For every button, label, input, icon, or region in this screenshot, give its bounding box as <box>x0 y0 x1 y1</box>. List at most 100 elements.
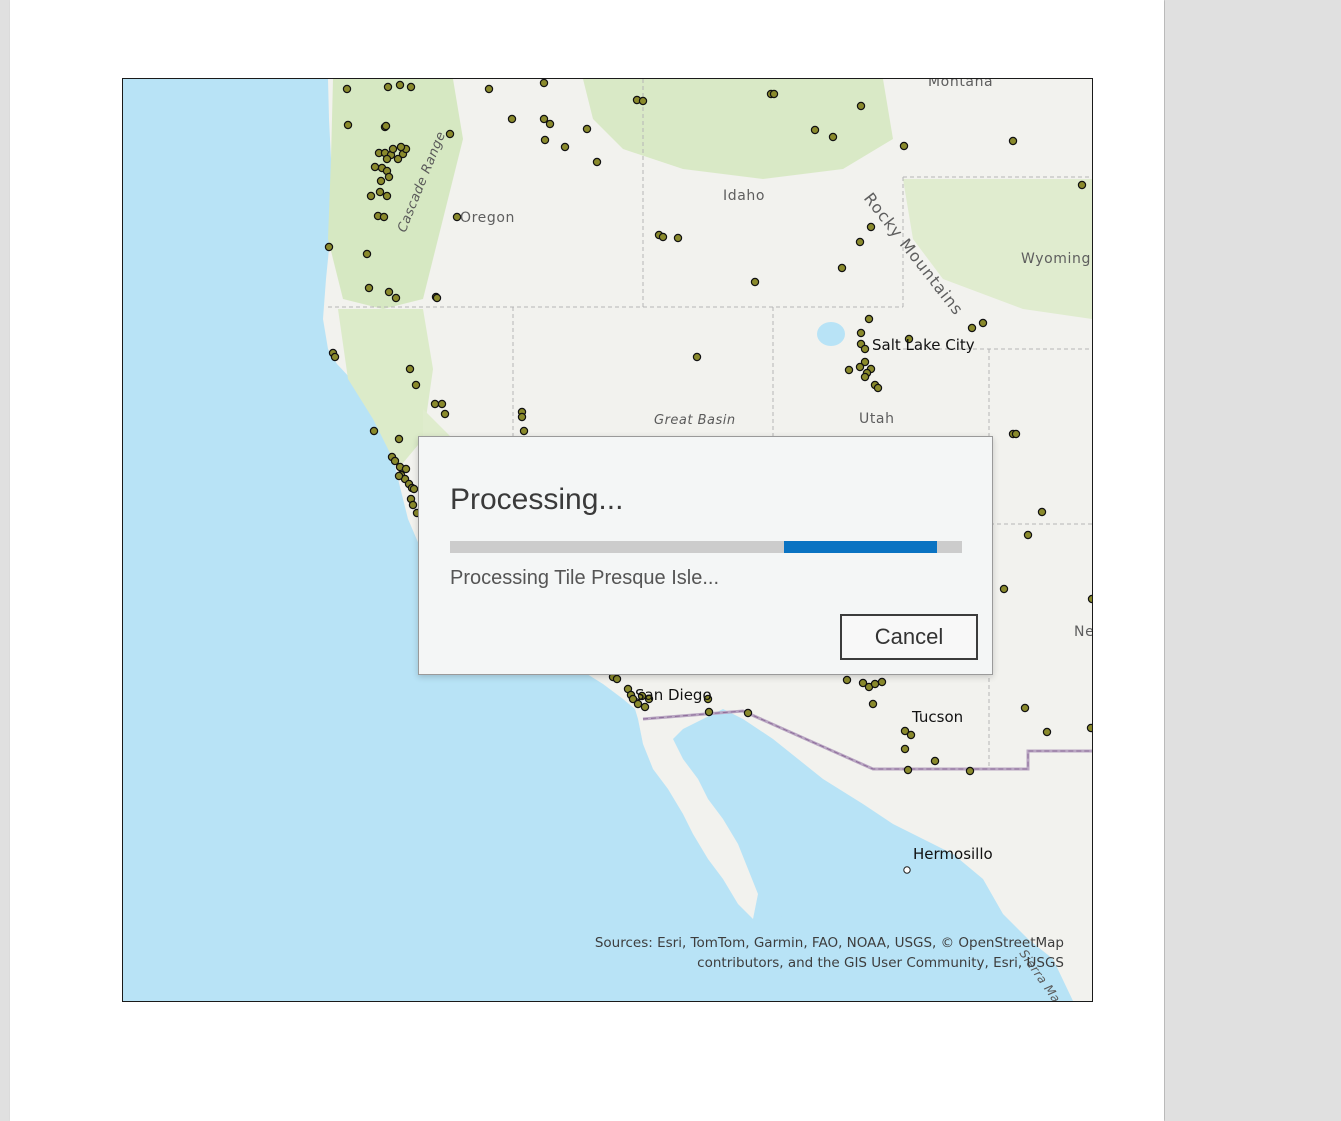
map-point[interactable] <box>978 318 988 328</box>
map-point[interactable] <box>900 744 910 754</box>
map-point[interactable] <box>592 157 602 167</box>
map-point[interactable] <box>692 352 702 362</box>
attribution-line-2: contributors, and the GIS User Community… <box>697 955 1064 971</box>
map-point[interactable] <box>870 679 880 689</box>
map-point[interactable] <box>406 82 416 92</box>
map-point[interactable] <box>370 162 380 172</box>
map-point[interactable] <box>855 362 865 372</box>
map-point[interactable] <box>366 191 376 201</box>
map-point[interactable] <box>362 249 372 259</box>
map-point[interactable] <box>582 124 592 134</box>
map-point[interactable] <box>330 352 340 362</box>
map-point[interactable] <box>369 426 379 436</box>
map-point[interactable] <box>343 120 353 130</box>
map-point[interactable] <box>384 172 394 182</box>
map-point[interactable] <box>899 141 909 151</box>
map-point[interactable] <box>382 191 392 201</box>
map-point[interactable] <box>381 121 391 131</box>
map-point[interactable] <box>860 372 870 382</box>
map-point[interactable] <box>864 314 874 324</box>
map-point[interactable] <box>364 283 374 293</box>
map-point[interactable] <box>388 144 398 154</box>
map-point[interactable] <box>1042 727 1052 737</box>
great-salt-lake <box>817 322 845 346</box>
map-point[interactable] <box>906 730 916 740</box>
map-point[interactable] <box>383 82 393 92</box>
map-point[interactable] <box>837 263 847 273</box>
map-point[interactable] <box>409 484 419 494</box>
map-point[interactable] <box>484 84 494 94</box>
map-point[interactable] <box>877 677 887 687</box>
map-point[interactable] <box>324 242 334 252</box>
map-point[interactable] <box>394 434 404 444</box>
map-point[interactable] <box>1011 429 1021 439</box>
map-point[interactable] <box>411 380 421 390</box>
map-point[interactable] <box>519 426 529 436</box>
map-point[interactable] <box>540 135 550 145</box>
map-point[interactable] <box>1008 136 1018 146</box>
label-hermosillo: Hermosillo <box>913 845 993 863</box>
map-point[interactable] <box>560 142 570 152</box>
map-point[interactable] <box>967 323 977 333</box>
map-point[interactable] <box>612 674 622 684</box>
map-point[interactable] <box>1086 723 1092 733</box>
map-point[interactable] <box>866 222 876 232</box>
map-point[interactable] <box>769 89 779 99</box>
map-point[interactable] <box>395 80 405 90</box>
map-point[interactable] <box>856 328 866 338</box>
map-point[interactable] <box>405 364 415 374</box>
map-point[interactable] <box>342 84 352 94</box>
map-point[interactable] <box>384 287 394 297</box>
map-point[interactable] <box>1020 703 1030 713</box>
map-point[interactable] <box>408 500 418 510</box>
label-ne-partial: Ne <box>1074 624 1093 640</box>
map-point[interactable] <box>545 119 555 129</box>
progress-bar <box>450 541 962 553</box>
map-point[interactable] <box>743 708 753 718</box>
map-point[interactable] <box>430 399 440 409</box>
map-point[interactable] <box>828 132 838 142</box>
cancel-button[interactable]: Cancel <box>840 614 978 660</box>
map-point[interactable] <box>658 232 668 242</box>
map-point[interactable] <box>999 584 1009 594</box>
map-point[interactable] <box>539 79 549 88</box>
map-point[interactable] <box>903 765 913 775</box>
map-point[interactable] <box>507 114 517 124</box>
progress-fill <box>783 541 937 553</box>
map-point[interactable] <box>394 471 404 481</box>
map-point[interactable] <box>810 125 820 135</box>
map-point[interactable] <box>375 187 385 197</box>
map-point[interactable] <box>1077 180 1087 190</box>
map-point[interactable] <box>640 702 650 712</box>
map-point[interactable] <box>539 114 549 124</box>
map-point[interactable] <box>638 96 648 106</box>
map-point[interactable] <box>844 365 854 375</box>
map-point[interactable] <box>390 456 400 466</box>
map-point[interactable] <box>873 383 883 393</box>
map-point[interactable] <box>391 293 401 303</box>
map-point[interactable] <box>868 699 878 709</box>
map-point[interactable] <box>382 154 392 164</box>
right-pane <box>1165 0 1341 1121</box>
map-point[interactable] <box>1087 594 1092 604</box>
map-point[interactable] <box>440 409 450 419</box>
map-point[interactable] <box>396 142 406 152</box>
map-point[interactable] <box>842 675 852 685</box>
map-point[interactable] <box>750 277 760 287</box>
map-point[interactable] <box>930 756 940 766</box>
map-point[interactable] <box>437 399 447 409</box>
map-point[interactable] <box>704 707 714 717</box>
map-point[interactable] <box>379 212 389 222</box>
map-point[interactable] <box>432 293 442 303</box>
map-point[interactable] <box>965 766 975 776</box>
map-point[interactable] <box>1037 507 1047 517</box>
map-point[interactable] <box>860 344 870 354</box>
map-point[interactable] <box>673 233 683 243</box>
map-point[interactable] <box>401 464 411 474</box>
map-point[interactable] <box>517 412 527 422</box>
city-marker-hermosillo <box>903 866 911 874</box>
map-point[interactable] <box>376 176 386 186</box>
map-point[interactable] <box>1023 530 1033 540</box>
map-point[interactable] <box>856 101 866 111</box>
map-point[interactable] <box>855 237 865 247</box>
